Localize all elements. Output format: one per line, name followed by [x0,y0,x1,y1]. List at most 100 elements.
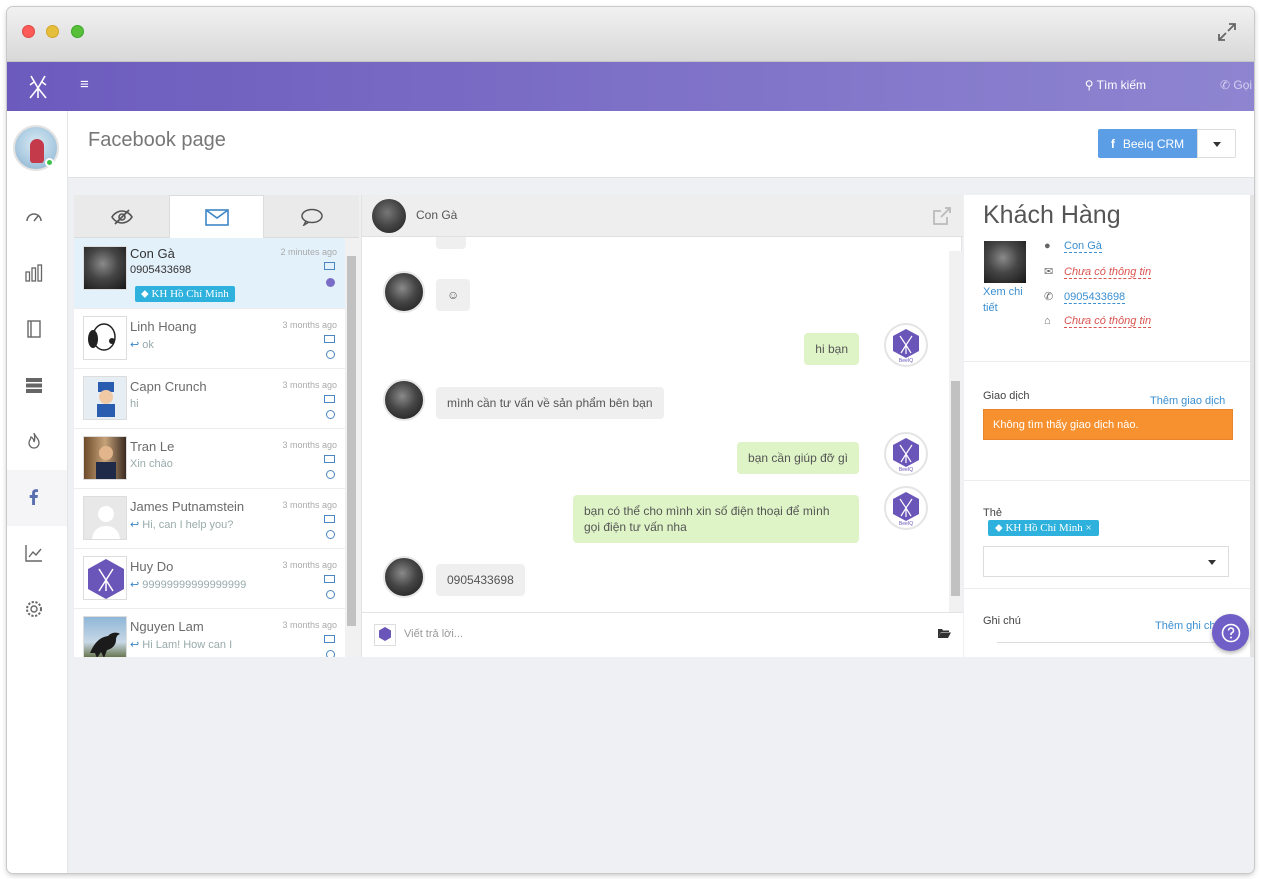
call-label: Gọi [1233,78,1253,92]
customer-email-row: ✉ Chưa có thông tin [1044,265,1152,279]
minimize-window-button[interactable] [46,25,59,38]
message-bubble-outgoing: hi bạn [804,333,859,365]
tag-select[interactable] [983,546,1229,577]
beeiq-logo-icon[interactable] [25,73,51,101]
close-window-button[interactable] [22,25,35,38]
message-time: 3 months ago [282,440,337,450]
facebook-f-icon: f [1110,136,1115,151]
line-chart-icon[interactable] [24,543,44,563]
customer-avatar [383,379,425,421]
phone-icon: ✆ [1220,78,1231,92]
search-link[interactable]: ⚲ Tìm kiếm [1085,78,1146,92]
read-status-icon [326,410,335,419]
eye-slash-icon [110,208,133,225]
online-status-dot [45,158,54,167]
message-time: 3 months ago [282,500,337,510]
reply-input[interactable]: Viết trả lời... [404,628,463,640]
view-detail-link[interactable]: Xem chi tiết [983,284,1033,316]
message-bubble-outgoing: bạn cần giúp đỡ gì [737,442,859,474]
question-icon [1221,623,1240,642]
search-label: Tìm kiếm [1096,78,1146,92]
settings-gear-icon[interactable] [24,599,44,619]
customer-name-value[interactable]: Con Gà [1064,240,1102,253]
customer-address-value[interactable]: Chưa có thông tin [1064,315,1152,328]
customer-tag[interactable]: ⬥ KH Hồ Chí Minh [135,286,235,302]
add-transaction-link[interactable]: Thêm giao dịch [1150,395,1225,407]
tab-comments[interactable] [264,195,359,238]
contact-name: Linh Hoang [130,319,197,334]
conversation-item[interactable]: Capn Crunch hi 3 months ago [74,369,345,429]
conversation-item[interactable]: Nguyen Lam ↩ Hi Lam! How can I 3 months … [74,609,345,657]
message-time: 2 minutes ago [280,247,337,257]
conversation-item[interactable]: James Putnamstein ↩ Hi, can I help you? … [74,489,345,549]
hamburger-menu-icon[interactable]: ≡ [80,77,94,92]
customer-panel: Khách Hàng Xem chi tiết ● Con Gà ✉ Chưa có… [964,195,1254,657]
bar-chart-icon[interactable] [24,263,44,283]
page-title: Facebook page [88,129,226,151]
customer-email-value[interactable]: Chưa có thông tin [1064,266,1152,279]
page-header: Facebook page f Beeiq CRM [68,111,1254,178]
envelope-icon [324,455,335,463]
tag-label: KH Hồ Chí Minh [151,288,229,300]
message-bubble-outgoing: bạn có thể cho mình xin số điện thoại để… [573,495,859,543]
facebook-icon[interactable] [24,487,44,507]
crm-dropdown-toggle[interactable] [1197,129,1236,158]
zoom-window-button[interactable] [71,25,84,38]
fullscreen-icon[interactable] [1216,21,1238,43]
left-sidebar [7,111,68,873]
reply-arrow-icon: ↩ [130,519,143,531]
crm-button-label: Beeiq CRM [1122,136,1185,151]
reply-arrow-icon: ↩ [130,579,143,591]
message-bubble-incoming: ☺ [436,279,471,311]
transactions-label: Giao dịch [983,390,1030,402]
contact-name: Con Gà [130,246,175,261]
contact-avatar [83,316,127,360]
conversation-item[interactable]: Huy Do ↩ 99999999999999999 3 months ago [74,549,345,609]
remove-tag-icon[interactable]: × [1083,522,1092,534]
call-link[interactable]: ✆ Gọi [1220,78,1254,92]
conversation-item[interactable]: Con Gà 0905433698 2 minutes ago ⬥ KH Hồ … [74,238,345,309]
customer-panel-scrollbar[interactable] [1250,195,1254,657]
customer-avatar [984,241,1026,283]
conversation-item[interactable]: Linh Hoang ↩ ok 3 months ago [74,309,345,369]
folder-open-icon[interactable] [938,628,951,639]
top-navbar: ≡ ⚲ Tìm kiếm ✆ Gọi [7,62,1254,111]
tab-hidden[interactable] [74,195,169,238]
conversation-panel: Con Gà 0905433698 2 minutes ago ⬥ KH Hồ … [74,195,359,657]
customer-name-row: ● Con Gà [1044,240,1102,253]
chat-panel: Con Gà ☺ hi bạn BeeIQ mình cần tư vấn về… [361,195,963,657]
message-time: 3 months ago [282,380,337,390]
conversation-list: Con Gà 0905433698 2 minutes ago ⬥ KH Hồ … [74,238,345,657]
message-preview: ok [142,339,154,351]
tab-messages[interactable] [169,195,264,239]
contact-avatar [83,246,127,290]
fire-icon[interactable] [24,431,44,451]
contact-name: Tran Le [130,439,175,454]
page-bot-avatar: BeeIQ [884,323,928,367]
customer-phone-value[interactable]: 0905433698 [1064,291,1126,304]
beeiq-crm-button[interactable]: f Beeiq CRM [1098,129,1197,158]
contact-avatar [83,496,127,540]
envelope-icon [204,209,229,226]
customer-avatar [383,556,425,598]
reply-arrow-icon: ↩ [130,639,143,651]
conversation-item[interactable]: Tran Le Xin chào 3 months ago [74,429,345,489]
contact-avatar [83,436,127,480]
external-link-icon[interactable] [931,205,953,227]
customer-tag[interactable]: ⬥ KH Hồ Chí Minh × [988,520,1099,536]
contact-name: Capn Crunch [130,379,207,394]
help-button[interactable] [1212,614,1249,651]
tag-icon: ⬥ [141,288,152,300]
envelope-icon [324,635,335,643]
envelope-icon [324,395,335,403]
dashboard-gauge-icon[interactable] [24,207,44,227]
message-bubble-incoming: mình cần tư vấn về sản phẩm bên bạn [436,387,664,419]
read-status-icon [326,590,335,599]
notebook-icon[interactable] [24,319,44,339]
contact-avatar [83,376,127,420]
server-list-icon[interactable] [24,375,44,395]
chat-scrollbar[interactable] [949,251,962,612]
customer-address-row: ⌂ Chưa có thông tin [1044,315,1152,328]
conversation-list-scrollbar[interactable] [345,238,359,657]
page-logo-icon [374,624,396,646]
